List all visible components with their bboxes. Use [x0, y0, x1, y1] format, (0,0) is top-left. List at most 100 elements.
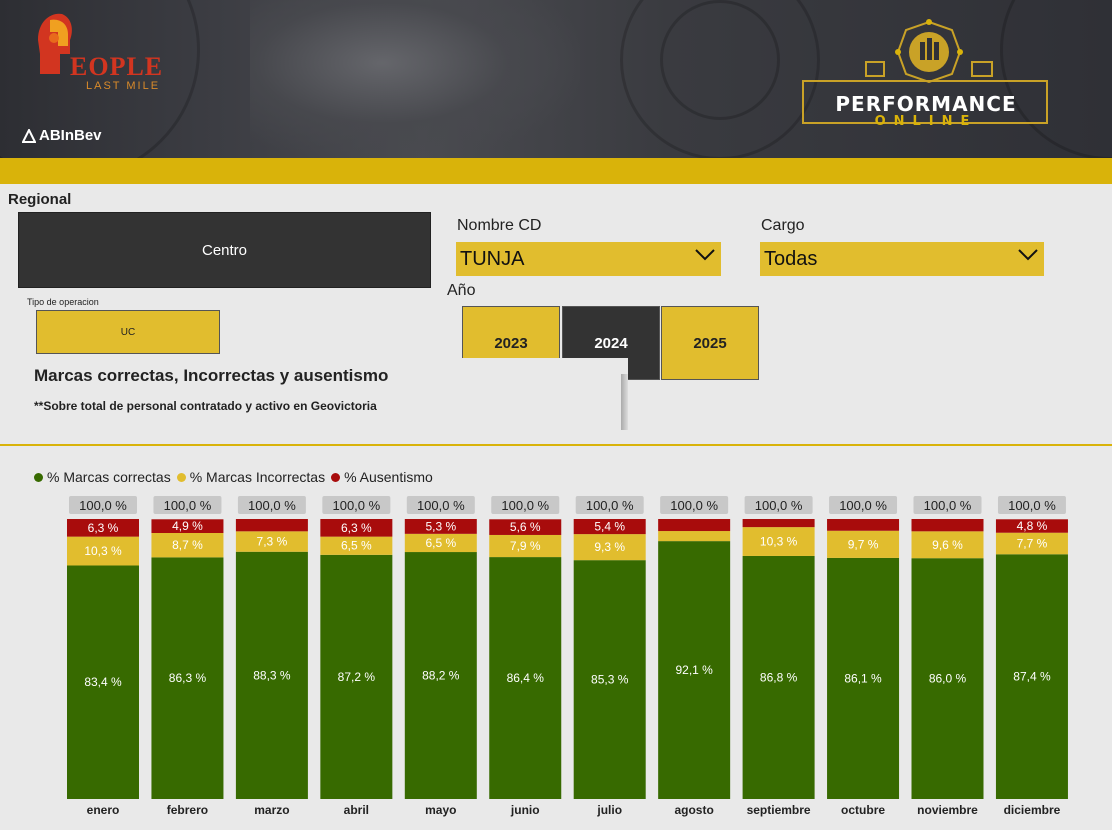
- data-label-correctas: 87,4 %: [1013, 670, 1051, 684]
- cargo-value: Todas: [764, 247, 818, 270]
- legend-label-correctas: % Marcas correctas: [47, 469, 171, 485]
- legend-item-incorrectas[interactable]: % Marcas Incorrectas: [176, 469, 326, 485]
- abinbev-emblem-icon: [22, 128, 36, 143]
- data-label-ausentismo: 6,3 %: [88, 521, 119, 535]
- data-label-correctas: 86,8 %: [760, 670, 798, 684]
- brand-right-sub: ONLINE: [874, 114, 978, 129]
- total-label: 100,0 %: [332, 498, 380, 513]
- total-label: 100,0 %: [839, 498, 887, 513]
- header-accent-band: [0, 158, 1112, 184]
- data-label-incorrectas: 9,7 %: [848, 537, 879, 551]
- truck-background-image: [250, 0, 580, 158]
- legend-item-correctas[interactable]: % Marcas correctas: [34, 469, 171, 485]
- data-label-incorrectas: 7,3 %: [257, 535, 288, 549]
- data-label-ausentismo: 6,3 %: [341, 521, 372, 535]
- year-button-2025[interactable]: 2025: [661, 306, 759, 380]
- total-label: 100,0 %: [248, 498, 296, 513]
- total-label: 100,0 %: [1008, 498, 1056, 513]
- data-label-correctas: 83,4 %: [84, 675, 122, 689]
- data-label-ausentismo: 5,6 %: [510, 520, 541, 534]
- stacked-bar-chart: 83,4 % 10,3 % 6,3 % 100,0 % enero 86,3 % 8,7 %…: [67, 496, 1068, 817]
- bar-segment-ausentismo[interactable]: [911, 519, 984, 532]
- data-label-incorrectas: 6,5 %: [341, 539, 372, 553]
- legend-dot-incorrectas: [176, 472, 186, 482]
- section-note: **Sobre total de personal contratado y a…: [34, 399, 377, 413]
- total-label: 100,0 %: [586, 498, 634, 513]
- category-label: marzo: [254, 803, 289, 817]
- total-label: 100,0 %: [755, 498, 803, 513]
- category-label: noviembre: [917, 803, 978, 817]
- data-label-incorrectas: 9,3 %: [594, 540, 625, 554]
- performance-online-logo: PERFORMANCE ONLINE: [800, 18, 1052, 129]
- data-label-correctas: 86,4 %: [507, 671, 545, 685]
- nombre-cd-dropdown[interactable]: TUNJA: [456, 242, 721, 276]
- category-label: septiembre: [747, 803, 811, 817]
- data-label-correctas: 88,2 %: [422, 669, 460, 683]
- category-label: agosto: [674, 803, 713, 817]
- card-shadow: [621, 374, 628, 430]
- tipo-operacion-slicer-uc[interactable]: UC: [36, 310, 220, 354]
- data-label-correctas: 88,3 %: [253, 668, 291, 682]
- puzzle-head-icon: [38, 13, 72, 74]
- category-label: julio: [596, 803, 622, 817]
- section-divider: [0, 444, 1112, 446]
- data-label-ausentismo: 5,3 %: [425, 519, 456, 533]
- data-label-incorrectas: 9,6 %: [932, 538, 963, 552]
- cargo-dropdown[interactable]: Todas: [760, 242, 1044, 276]
- category-label: abril: [344, 803, 369, 817]
- data-label-ausentismo: 5,4 %: [594, 520, 625, 534]
- data-label-correctas: 85,3 %: [591, 673, 629, 687]
- total-label: 100,0 %: [924, 498, 972, 513]
- chevron-down-icon: [1018, 249, 1038, 261]
- total-label: 100,0 %: [670, 498, 718, 513]
- bottles-forklift-emblem-icon: [865, 19, 993, 84]
- bar-segment-incorrectas[interactable]: [658, 531, 731, 542]
- regional-label: Regional: [8, 191, 72, 208]
- brand-left-text: EOPLE: [70, 52, 164, 81]
- data-label-ausentismo: 4,9 %: [172, 519, 203, 533]
- brand-sponsor: ABInBev: [39, 127, 102, 144]
- bar-segment-ausentismo[interactable]: [742, 519, 815, 528]
- data-label-incorrectas: 7,7 %: [1017, 537, 1048, 551]
- chevron-down-icon: [695, 249, 715, 261]
- category-label: octubre: [841, 803, 885, 817]
- data-label-correctas: 86,0 %: [929, 672, 967, 686]
- data-label-correctas: 86,3 %: [169, 671, 207, 685]
- data-label-correctas: 87,2 %: [338, 670, 376, 684]
- regional-slicer-centro[interactable]: Centro: [18, 212, 431, 288]
- data-label-incorrectas: 8,7 %: [172, 538, 203, 552]
- data-label-ausentismo: 4,8 %: [1017, 519, 1048, 533]
- total-label: 100,0 %: [164, 498, 212, 513]
- bar-segment-ausentismo[interactable]: [235, 519, 308, 532]
- total-label: 100,0 %: [417, 498, 465, 513]
- data-label-incorrectas: 10,3 %: [760, 535, 798, 549]
- legend-label-ausentismo: % Ausentismo: [344, 469, 433, 485]
- data-label-correctas: 86,1 %: [844, 671, 882, 685]
- legend-dot-correctas: [34, 472, 43, 482]
- category-label: enero: [87, 803, 120, 817]
- category-label: febrero: [167, 803, 208, 817]
- decorative-ripple: [660, 0, 780, 120]
- bar-segment-ausentismo[interactable]: [658, 519, 731, 532]
- nombre-cd-label: Nombre CD: [457, 217, 542, 234]
- bar-segment-ausentismo[interactable]: [827, 519, 900, 531]
- category-label: diciembre: [1004, 803, 1061, 817]
- chart-title-card: Marcas correctas, Incorrectas y ausentis…: [28, 358, 628, 430]
- header-banner: EOPLE LAST MILE ABInBev PERFORMANCE ONLI…: [0, 0, 1112, 158]
- people-last-mile-logo: EOPLE LAST MILE: [28, 8, 178, 92]
- brand-left-sub: LAST MILE: [86, 80, 161, 92]
- category-label: mayo: [425, 803, 456, 817]
- legend-dot-ausentismo: [331, 472, 341, 482]
- data-label-incorrectas: 7,9 %: [510, 539, 541, 553]
- total-label: 100,0 %: [501, 498, 549, 513]
- nombre-cd-value: TUNJA: [460, 247, 525, 270]
- brand-right-title: PERFORMANCE: [835, 92, 1017, 116]
- abinbev-logo: ABInBev: [22, 127, 102, 144]
- legend-item-ausentismo[interactable]: % Ausentismo: [331, 469, 433, 485]
- data-label-incorrectas: 10,3 %: [84, 544, 122, 558]
- total-label: 100,0 %: [79, 498, 127, 513]
- data-label-correctas: 92,1 %: [675, 663, 713, 677]
- legend-label-incorrectas: % Marcas Incorrectas: [189, 469, 326, 485]
- data-label-incorrectas: 6,5 %: [425, 536, 456, 550]
- anio-label: Año: [447, 282, 476, 299]
